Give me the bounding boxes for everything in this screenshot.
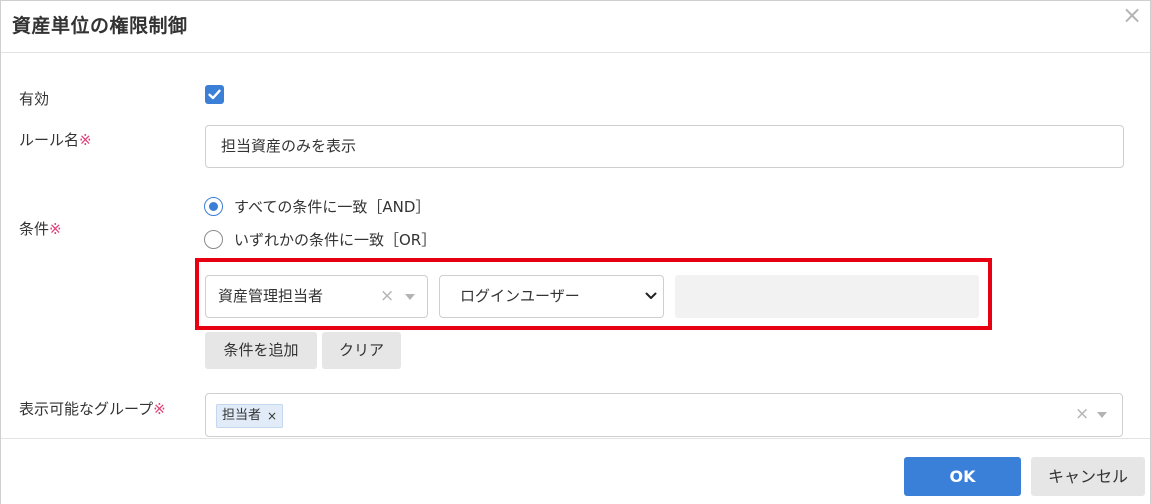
condition-operator-value: ログインユーザー: [460, 287, 580, 305]
conditions-label-text: 条件: [19, 220, 50, 238]
rule-name-label-text: ルール名: [19, 131, 80, 149]
visible-groups-multiselect[interactable]: 担当者 × ×: [205, 393, 1123, 437]
radio-match-any-label: いずれかの条件に一致［OR］: [234, 230, 437, 249]
condition-operator-select[interactable]: ログインユーザー: [439, 275, 664, 318]
condition-value-field[interactable]: [675, 275, 979, 318]
add-condition-button[interactable]: 条件を追加: [205, 332, 317, 369]
visible-groups-label: 表示可能なグループ※: [19, 398, 166, 419]
close-icon[interactable]: ×: [1120, 3, 1144, 29]
visible-groups-label-text: 表示可能なグループ: [19, 400, 154, 418]
enabled-label: 有効: [19, 90, 50, 108]
ok-button[interactable]: OK: [904, 457, 1021, 496]
clear-conditions-button[interactable]: クリア: [322, 332, 401, 369]
required-mark: ※: [79, 131, 92, 149]
cancel-button[interactable]: キャンセル: [1031, 457, 1145, 496]
required-mark: ※: [153, 400, 166, 418]
required-mark: ※: [49, 220, 62, 238]
checkmark-icon: [208, 89, 221, 100]
radio-match-all-label: すべての条件に一致［AND］: [234, 197, 431, 216]
clear-icon[interactable]: ×: [1075, 404, 1089, 424]
dropdown-caret-icon[interactable]: [1097, 412, 1107, 418]
condition-field-select[interactable]: 資産管理担当者 ×: [205, 275, 428, 318]
rule-name-label: ルール名※: [19, 129, 92, 150]
conditions-label: 条件※: [19, 218, 62, 239]
remove-tag-icon[interactable]: ×: [267, 405, 277, 427]
clear-icon[interactable]: ×: [380, 276, 394, 317]
rule-name-input[interactable]: 担当資産のみを表示: [205, 125, 1124, 168]
enabled-checkbox[interactable]: [205, 85, 224, 104]
chevron-down-icon: [645, 292, 657, 299]
radio-button-selected[interactable]: [204, 196, 223, 216]
group-tag: 担当者 ×: [216, 404, 284, 428]
dialog-header: 資産単位の権限制御 ×: [1, 1, 1150, 53]
condition-field-value: 資産管理担当者: [218, 287, 324, 305]
radio-button[interactable]: [204, 229, 223, 249]
radio-match-any[interactable]: いずれかの条件に一致［OR］: [204, 228, 436, 250]
radio-match-all[interactable]: すべての条件に一致［AND］: [204, 195, 430, 217]
permission-dialog: 資産単位の権限制御 × 有効 ルール名※ 担当資産のみを表示 条件※ すべての条…: [0, 0, 1151, 504]
dialog-title: 資産単位の権限制御: [12, 15, 188, 37]
group-tag-label: 担当者: [222, 408, 262, 423]
dropdown-caret-icon[interactable]: [405, 294, 415, 300]
